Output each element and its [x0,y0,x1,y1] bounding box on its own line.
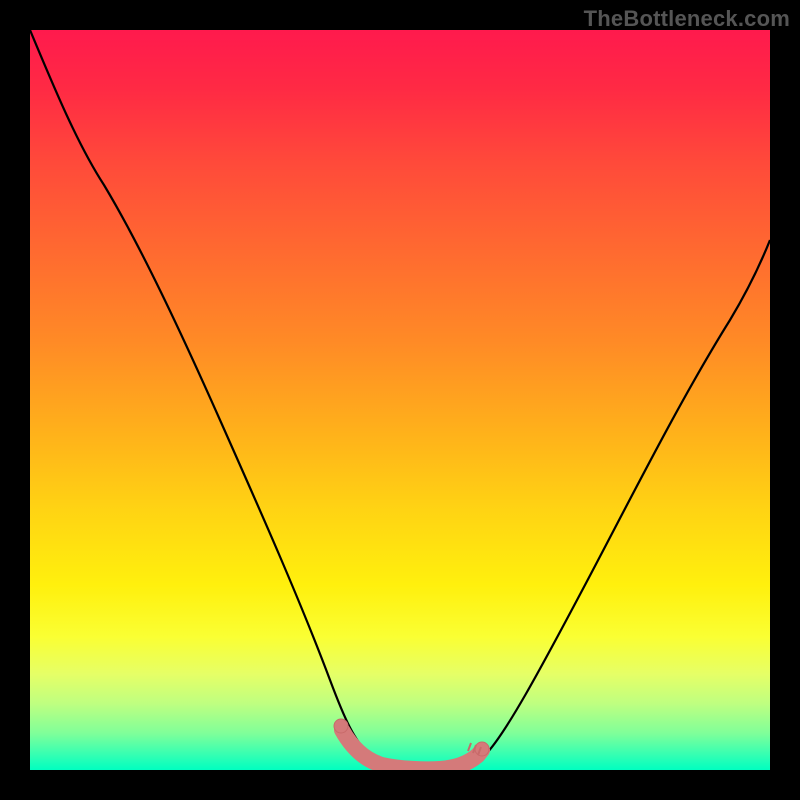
optimal-range-marker [342,730,482,769]
watermark-text: TheBottleneck.com [584,6,790,32]
optimal-range-end-dot [475,742,489,756]
chart-overlay [30,30,770,770]
plot-area [30,30,770,770]
curve-line [30,30,770,770]
optimal-range-start-dot [334,719,348,733]
chart-frame: TheBottleneck.com [0,0,800,800]
